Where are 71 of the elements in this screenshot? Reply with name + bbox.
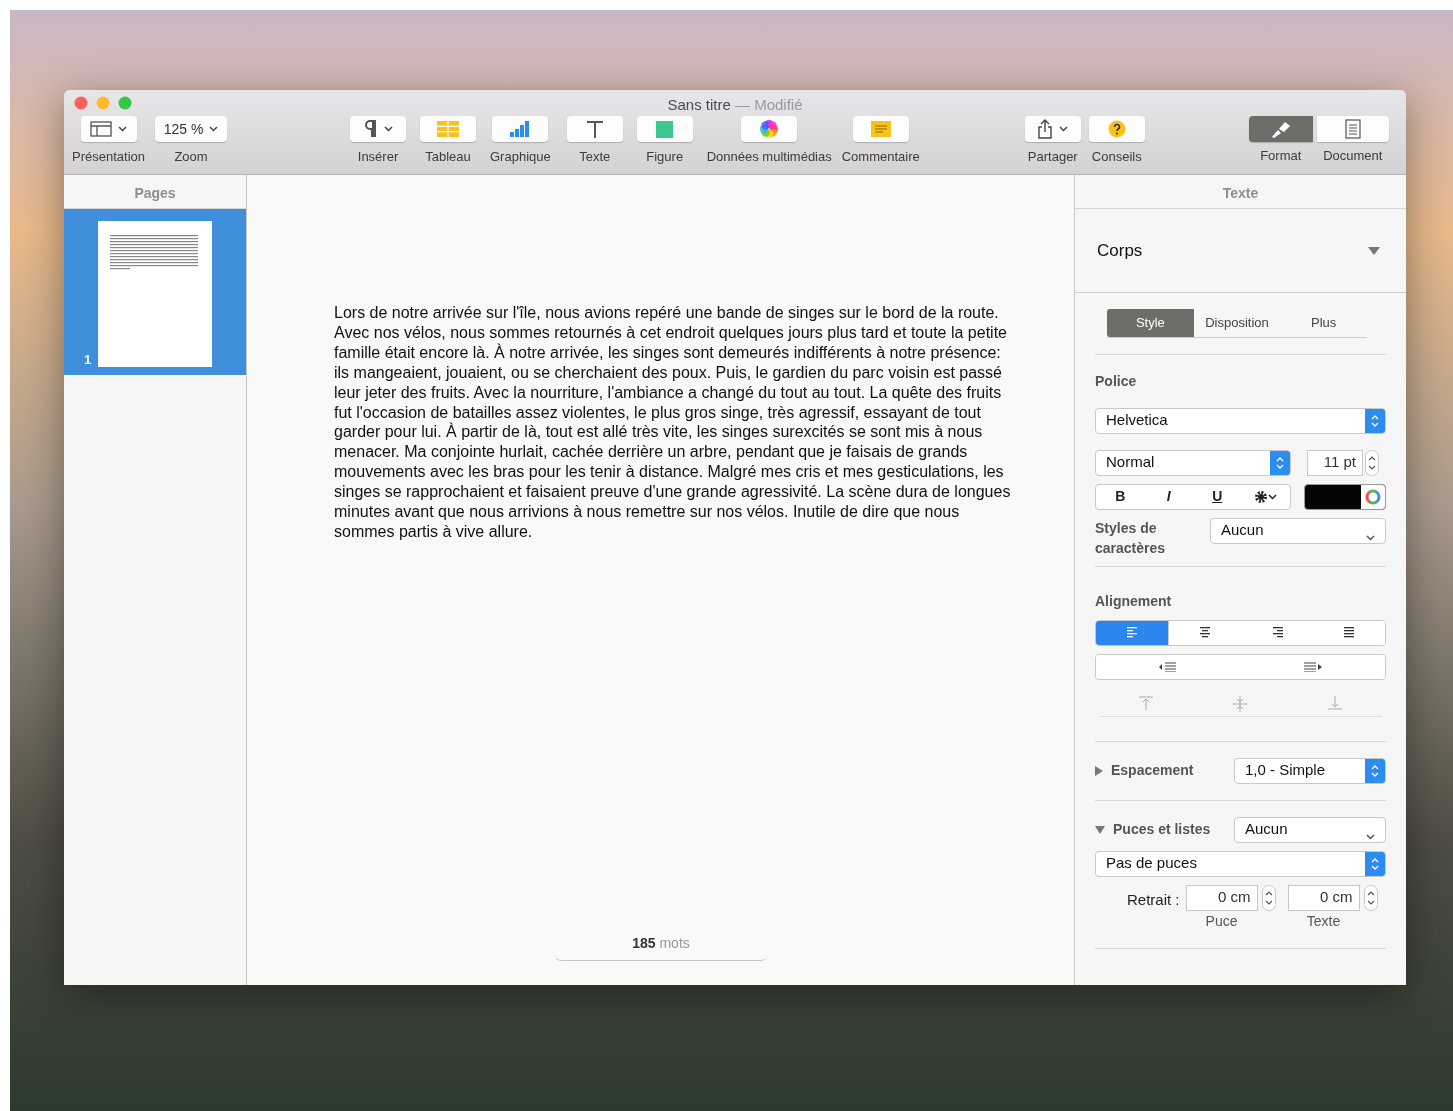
layout-icon [90,121,112,137]
align-bottom-icon[interactable] [1327,695,1342,710]
line-spacing-menu[interactable]: 1,0 - Simple [1234,757,1386,784]
paragraph-style-menu[interactable]: Corps [1075,209,1406,293]
section-label: Police [1095,371,1138,391]
indent-field[interactable]: 0 cm [1287,884,1360,911]
triangle-down-icon [1368,246,1380,255]
up-down-arrows-icon [1371,763,1379,778]
inspector-title: Texte [1075,175,1406,209]
align-middle-icon[interactable] [1233,695,1248,712]
bold-button[interactable]: B [1096,486,1145,507]
chevron-down-icon [1268,494,1278,501]
align-center-icon [1199,627,1211,638]
text-icon [585,120,604,138]
up-down-arrows-icon [1276,455,1284,470]
inspector-tab[interactable]: Disposition [1193,309,1281,337]
inspector-tab[interactable]: Style [1107,309,1194,337]
stepper-control[interactable] [1261,884,1276,911]
character-style-menu[interactable]: Aucun [1210,517,1386,544]
align-right-icon [1271,627,1283,638]
pilcrow-icon [363,120,378,138]
stepper-control[interactable] [1365,449,1379,476]
table-icon [437,121,459,137]
chevron-down-icon [1366,833,1375,840]
up-down-arrows-icon [1371,856,1379,871]
justify-icon [1343,627,1355,638]
field-label: Retrait : [1127,889,1180,910]
toolbar-button[interactable]: Données multimédias [706,116,832,167]
body-paragraph: Lors de notre arrivée sur l'île, nous avions repéré une bande de singes sur le bord de la route. Avec nos vélos, nous sommes retournés à cet endroit quelques jours plus tard et toute la petite famille était encore là. À notre arrivée, les singes sont demeurés indifférents à notre présence: ils mangeaient, jouaient, ou se cherchaient des poux. Puis, le gardien du parc voisin est passé leur jeter des fruits. Avec la nourriture, l'ambiance a changé du tout au tout. La quête des fruits fut l'occasion de batailles assez violentes, le plus gros singe, très agressif, essayant de tout garder pour lui. À partir de là, tout est allé très vite, les singes surexcités se sont mis à nous menacer. Ma conjointe hurlait, cachée derrière un arbre, pendant que je faisais de grands mouvements avec les bras pour les tenir à distance. Malgré mes cris et mes gesticulations, les singes se rapprochaient et faisaient preuve d'une grande agressivité. La scène dura de longues minutes avant que nous arrivions à nous remettre sur nos vélos. Inutile de dire que nous sommes partis à vive allure. [334,303,1011,542]
section-label: Alignement [1095,591,1173,611]
toolbar-button[interactable]: Commentaire [841,116,920,167]
toolbar-button[interactable]: Graphique [490,116,551,167]
underline-button[interactable]: U [1193,486,1242,507]
outdent-icon [1159,661,1178,672]
color-wheel-icon[interactable] [1365,488,1381,505]
typeface-menu[interactable]: Normal [1095,449,1291,476]
indent-field[interactable]: 0 cm [1185,884,1258,911]
inspector-tab[interactable]: Plus [1280,309,1367,337]
text-color-well[interactable] [1304,483,1386,510]
share-icon [1037,119,1054,139]
flower-icon [759,119,780,139]
indent-icon [1303,661,1322,672]
toolbar-button[interactable]: Présentation [72,116,145,167]
align-left-icon [1126,627,1138,638]
font-size-field[interactable]: 11 pt [1307,449,1363,476]
font-family-menu[interactable]: Helvetica [1095,407,1386,434]
list-style-menu[interactable]: Aucun [1234,816,1386,843]
stepper-control[interactable] [1363,884,1378,911]
page-number: 1 [84,350,92,369]
word-count: 185 mots [555,933,767,961]
bar-chart-icon [510,121,531,137]
disclosure-toggle[interactable]: Espacement [1095,760,1194,781]
gear-icon [1254,490,1269,505]
paintbrush-icon [1269,120,1292,138]
field-caption: Texte [1306,911,1341,931]
bullet-type-menu[interactable]: Pas de puces [1095,850,1386,877]
help-icon [1107,120,1126,138]
field-caption: Puce [1205,911,1238,931]
document-icon [1344,119,1361,139]
up-down-arrows-icon [1371,413,1379,428]
square-icon [656,120,674,138]
zoom-icon[interactable] [118,96,132,110]
chevron-down-icon [1366,534,1375,541]
italic-button[interactable]: I [1144,486,1193,507]
close-icon[interactable] [74,96,88,110]
disclosure-toggle[interactable]: Puces et listes [1095,819,1211,840]
note-icon [870,121,891,137]
align-top-icon[interactable] [1139,695,1154,710]
field-label: Styles de caractères [1095,518,1167,558]
minimize-icon[interactable] [96,96,110,110]
window-title: Sans titre — Modifié [667,96,803,113]
